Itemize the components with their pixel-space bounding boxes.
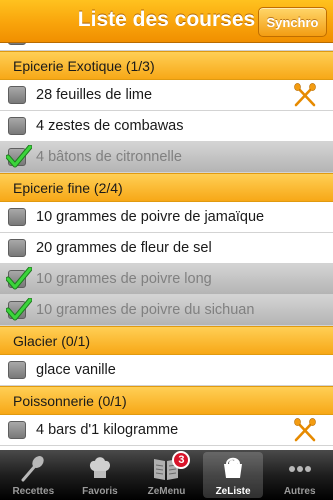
tab-favoris[interactable]: Favoris [67, 450, 134, 500]
section-header: Epicerie fine (2/4) [0, 173, 333, 202]
list-item[interactable]: 4 bâtons de citronnelle [0, 142, 333, 173]
checkmark-icon [5, 144, 33, 169]
checkbox[interactable] [8, 208, 26, 226]
list-item-partial[interactable] [0, 43, 333, 51]
list-item[interactable]: glace vanille [0, 355, 333, 386]
list-item[interactable]: 20 grammes de fleur de sel [0, 233, 333, 264]
tab-recettes[interactable]: Recettes [0, 450, 67, 500]
notification-badge: 3 [172, 451, 191, 469]
section-header: Poissonnerie (0/1) [0, 386, 333, 415]
tab-label: Favoris [82, 486, 118, 497]
shopping-list[interactable]: Epicerie Exotique (1/3) 28 feuilles de li… [0, 43, 333, 450]
checkbox[interactable] [8, 86, 26, 104]
tab-autres[interactable]: Autres [266, 450, 333, 500]
navigation-bar: Liste des courses Synchro [0, 0, 333, 43]
item-label: 10 grammes de poivre long [36, 271, 212, 287]
checkmark-icon [5, 266, 33, 291]
list-content: Epicerie Exotique (1/3) 28 feuilles de li… [0, 51, 333, 446]
section-header: Epicerie Exotique (1/3) [0, 51, 333, 80]
list-item[interactable]: 10 grammes de poivre du sichuan [0, 295, 333, 326]
item-label: 10 grammes de poivre de jamaïque [36, 209, 265, 225]
item-label: 4 bâtons de citronnelle [36, 149, 182, 165]
section-header: Glacier (0/1) [0, 326, 333, 355]
item-label: 20 grammes de fleur de sel [36, 240, 212, 256]
utensils-icon[interactable] [293, 83, 317, 107]
checkmark-icon [5, 297, 33, 322]
list-item[interactable]: 10 grammes de poivre de jamaïque [0, 202, 333, 233]
sync-button[interactable]: Synchro [258, 7, 327, 37]
item-label: 4 zestes de combawas [36, 118, 184, 134]
tab-label: Autres [283, 486, 316, 497]
checkbox[interactable] [8, 239, 26, 257]
tab-zeliste[interactable]: ZeListe [200, 450, 267, 500]
tab-zemenu[interactable]: 3 ZeMenu [133, 450, 200, 500]
checkbox[interactable] [8, 421, 26, 439]
list-item[interactable]: 4 bars d'1 kilogramme [0, 415, 333, 446]
tab-label: ZeListe [215, 486, 251, 497]
list-item[interactable]: 4 zestes de combawas [0, 111, 333, 142]
checkbox[interactable] [8, 43, 26, 45]
tab-label: Recettes [12, 486, 55, 497]
checkbox[interactable] [8, 361, 26, 379]
tab-label: ZeMenu [147, 486, 186, 497]
item-label: 4 bars d'1 kilogramme [36, 422, 179, 438]
item-label: glace vanille [36, 362, 116, 378]
list-item[interactable]: 28 feuilles de lime [0, 80, 333, 111]
list-item[interactable]: 10 grammes de poivre long [0, 264, 333, 295]
checkbox[interactable] [8, 117, 26, 135]
tab-bar: Recettes Favoris 3 ZeMenu ZeListe Autres [0, 450, 333, 500]
item-label: 10 grammes de poivre du sichuan [36, 302, 255, 318]
item-label: 28 feuilles de lime [36, 87, 153, 103]
utensils-icon[interactable] [293, 418, 317, 442]
